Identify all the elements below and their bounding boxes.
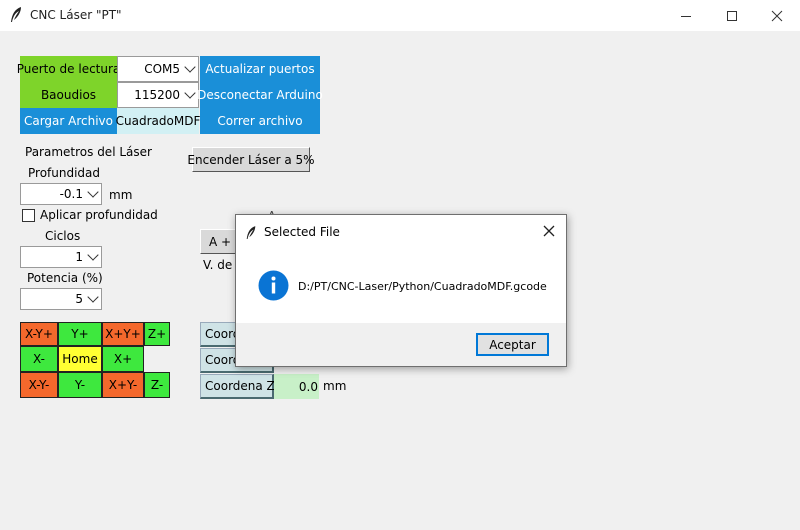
depth-value: -0.1: [59, 187, 83, 201]
refresh-ports-button[interactable]: Actualizar puertos: [200, 56, 320, 82]
coord-z-unit: mm: [323, 379, 347, 393]
cycles-value: 1: [75, 250, 83, 264]
jog-x-minus-button[interactable]: X-: [20, 346, 58, 372]
laser-params-heading: Parametros del Láser: [25, 145, 152, 159]
baud-label: Baoudios: [20, 82, 117, 108]
close-window-button[interactable]: [754, 0, 800, 31]
maximize-button[interactable]: [709, 0, 755, 31]
jog-x-minus-y-plus-button[interactable]: X-Y+: [20, 322, 58, 346]
chevron-down-icon: [87, 291, 99, 303]
dialog-title: Selected File: [264, 225, 340, 239]
dialog-message: D:/PT/CNC-Laser/Python/CuadradoMDF.gcode: [298, 280, 547, 293]
a-plus-button[interactable]: A +: [200, 229, 236, 254]
depth-label: Profundidad: [28, 166, 101, 180]
apply-depth-checkbox[interactable]: [22, 209, 35, 222]
run-file-button[interactable]: Correr archivo: [200, 108, 320, 134]
minimize-icon: [681, 15, 691, 17]
chevron-down-icon: [184, 61, 196, 73]
jog-x-plus-button[interactable]: X+: [102, 346, 144, 372]
depth-unit: mm: [109, 188, 133, 202]
feather-icon: [11, 7, 21, 22]
coord-z-value: 0.0: [274, 374, 319, 399]
port-label: Puerto de lectura: [17, 56, 120, 82]
dialog-close-button[interactable]: [536, 220, 562, 242]
cycles-label: Ciclos: [45, 229, 81, 243]
jog-x-minus-y-minus-button[interactable]: X-Y-: [20, 372, 58, 398]
load-file-button[interactable]: Cargar Archivo: [20, 108, 117, 134]
accept-button[interactable]: Aceptar: [476, 333, 549, 356]
power-label: Potencia (%): [27, 271, 103, 285]
cycles-select[interactable]: 1: [20, 246, 102, 268]
chevron-down-icon: [87, 249, 99, 261]
title-bar[interactable]: CNC Láser "PT": [0, 0, 800, 31]
info-icon: [258, 270, 289, 301]
file-name-display: CuadradoMDF: [116, 108, 200, 134]
power-value: 5: [75, 292, 83, 306]
apply-depth-label: Aplicar profundidad: [40, 208, 158, 222]
coord-z-button[interactable]: Coordena Z: [200, 374, 275, 399]
turn-on-laser-button[interactable]: Encender Láser a 5%: [187, 147, 315, 172]
jog-z-plus-button[interactable]: Z+: [144, 322, 170, 346]
home-button[interactable]: Home: [58, 346, 102, 372]
chevron-down-icon: [87, 186, 99, 198]
minimize-button[interactable]: [663, 0, 709, 31]
dialog-footer: Aceptar: [236, 323, 566, 366]
baud-value: 115200: [134, 88, 180, 102]
close-icon: [543, 225, 555, 237]
jog-x-plus-y-minus-button[interactable]: X+Y-: [102, 372, 144, 398]
close-icon: [771, 10, 783, 21]
jog-y-minus-button[interactable]: Y-: [58, 372, 102, 398]
feather-icon: [246, 226, 256, 239]
jog-x-plus-y-plus-button[interactable]: X+Y+: [102, 322, 144, 346]
chevron-down-icon: [184, 87, 196, 99]
depth-select[interactable]: -0.1: [20, 183, 102, 205]
maximize-icon: [727, 10, 737, 21]
power-select[interactable]: 5: [20, 288, 102, 310]
jog-z-minus-button[interactable]: Z-: [144, 372, 170, 398]
baud-select[interactable]: 115200: [117, 82, 199, 108]
jog-y-plus-button[interactable]: Y+: [58, 322, 102, 346]
port-value: COM5: [144, 62, 180, 76]
disconnect-arduino-button[interactable]: Desconectar Arduino: [197, 82, 323, 108]
selected-file-dialog[interactable]: Selected File D:/PT/CNC-Laser/Python/Cua…: [235, 214, 567, 367]
window-title: CNC Láser "PT": [30, 8, 122, 22]
port-select[interactable]: COM5: [117, 56, 199, 82]
